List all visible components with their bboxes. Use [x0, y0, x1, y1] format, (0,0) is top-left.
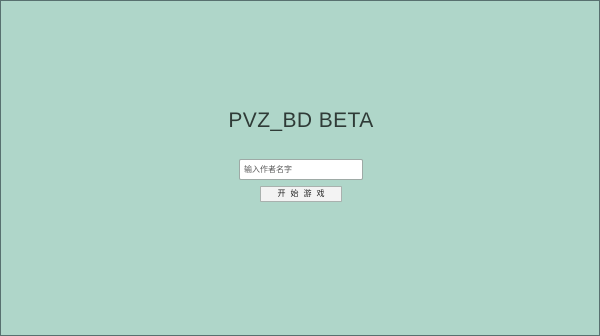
game-title: PVZ_BD BETA: [228, 109, 374, 132]
start-game-button[interactable]: 开始游戏: [260, 186, 342, 202]
author-name-input[interactable]: [239, 159, 363, 180]
game-window: PVZ_BD BETA 开始游戏: [0, 0, 600, 336]
